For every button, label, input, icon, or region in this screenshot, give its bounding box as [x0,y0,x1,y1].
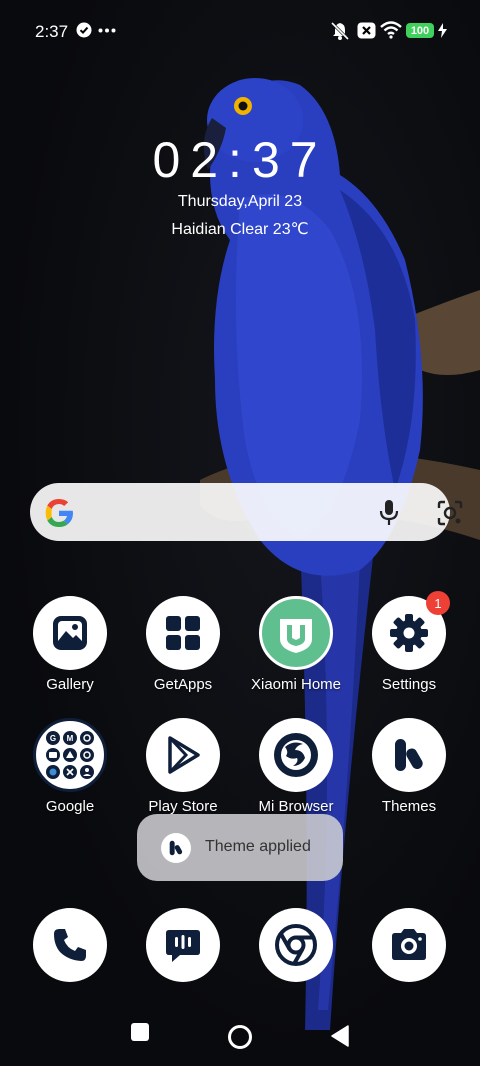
mute-icon [330,21,350,41]
dock-messages[interactable] [127,908,239,982]
camera-icon [372,908,446,982]
app-settings[interactable]: 1 Settings [353,591,465,693]
phone-icon [33,908,107,982]
app-label: Themes [381,798,437,815]
recents-square-icon[interactable] [130,1022,150,1042]
app-getapps[interactable]: GetApps [127,596,239,693]
messages-icon [146,908,220,982]
toast-text: Theme applied [205,838,311,855]
home-circle-icon[interactable] [227,1024,253,1050]
chrome-icon [259,908,333,982]
app-play-store[interactable]: Play Store [127,718,239,815]
sim-off-icon [357,22,376,39]
getapps-icon [146,596,220,670]
app-label: Gallery [46,676,94,693]
status-bar: 2:37 100 [0,0,480,62]
app-mi-browser[interactable]: Mi Browser [240,718,352,815]
play-store-icon [146,718,220,792]
app-label: Settings [381,676,437,693]
app-gallery[interactable]: Gallery [14,596,126,693]
app-google-folder[interactable]: GM Google [14,718,126,815]
google-logo-icon [45,499,73,527]
notification-badge: 1 [426,591,450,615]
dock-phone[interactable] [14,908,126,982]
app-label: Mi Browser [258,798,334,815]
check-circle-icon [76,22,92,38]
back-triangle-icon[interactable] [331,1025,349,1047]
gear-icon: 1 [372,591,450,670]
gallery-icon [33,596,107,670]
google-folder-icon: GM [33,718,107,792]
charging-icon [438,23,447,38]
clock-time[interactable]: 02:37 [0,131,480,189]
app-themes[interactable]: Themes [353,718,465,815]
app-label: Google [45,798,95,815]
app-label: Xiaomi Home [250,676,342,693]
themes-icon [161,833,191,863]
app-label: GetApps [153,676,213,693]
status-time: 2:37 [35,22,69,41]
more-dots-icon [98,28,116,33]
battery-icon: 100 [406,23,434,38]
app-xiaomi-home[interactable]: Xiaomi Home [240,596,352,693]
google-lens-icon[interactable] [436,499,464,527]
mi-browser-icon [259,718,333,792]
dock-chrome[interactable] [240,908,352,982]
themes-icon [372,718,446,792]
clock-weather[interactable]: Haidian Clear 23℃ [0,219,480,239]
app-label: Play Store [148,798,218,815]
toast-notification: Theme applied [137,814,343,881]
xiaomi-home-icon [259,596,333,670]
wifi-icon [380,21,402,39]
clock-date: Thursday,April 23 [177,193,303,210]
svg-text:G: G [50,734,56,743]
microphone-icon[interactable] [378,499,400,527]
svg-text:M: M [67,734,74,743]
dock-camera[interactable] [353,908,465,982]
google-search-bar[interactable] [30,483,463,541]
